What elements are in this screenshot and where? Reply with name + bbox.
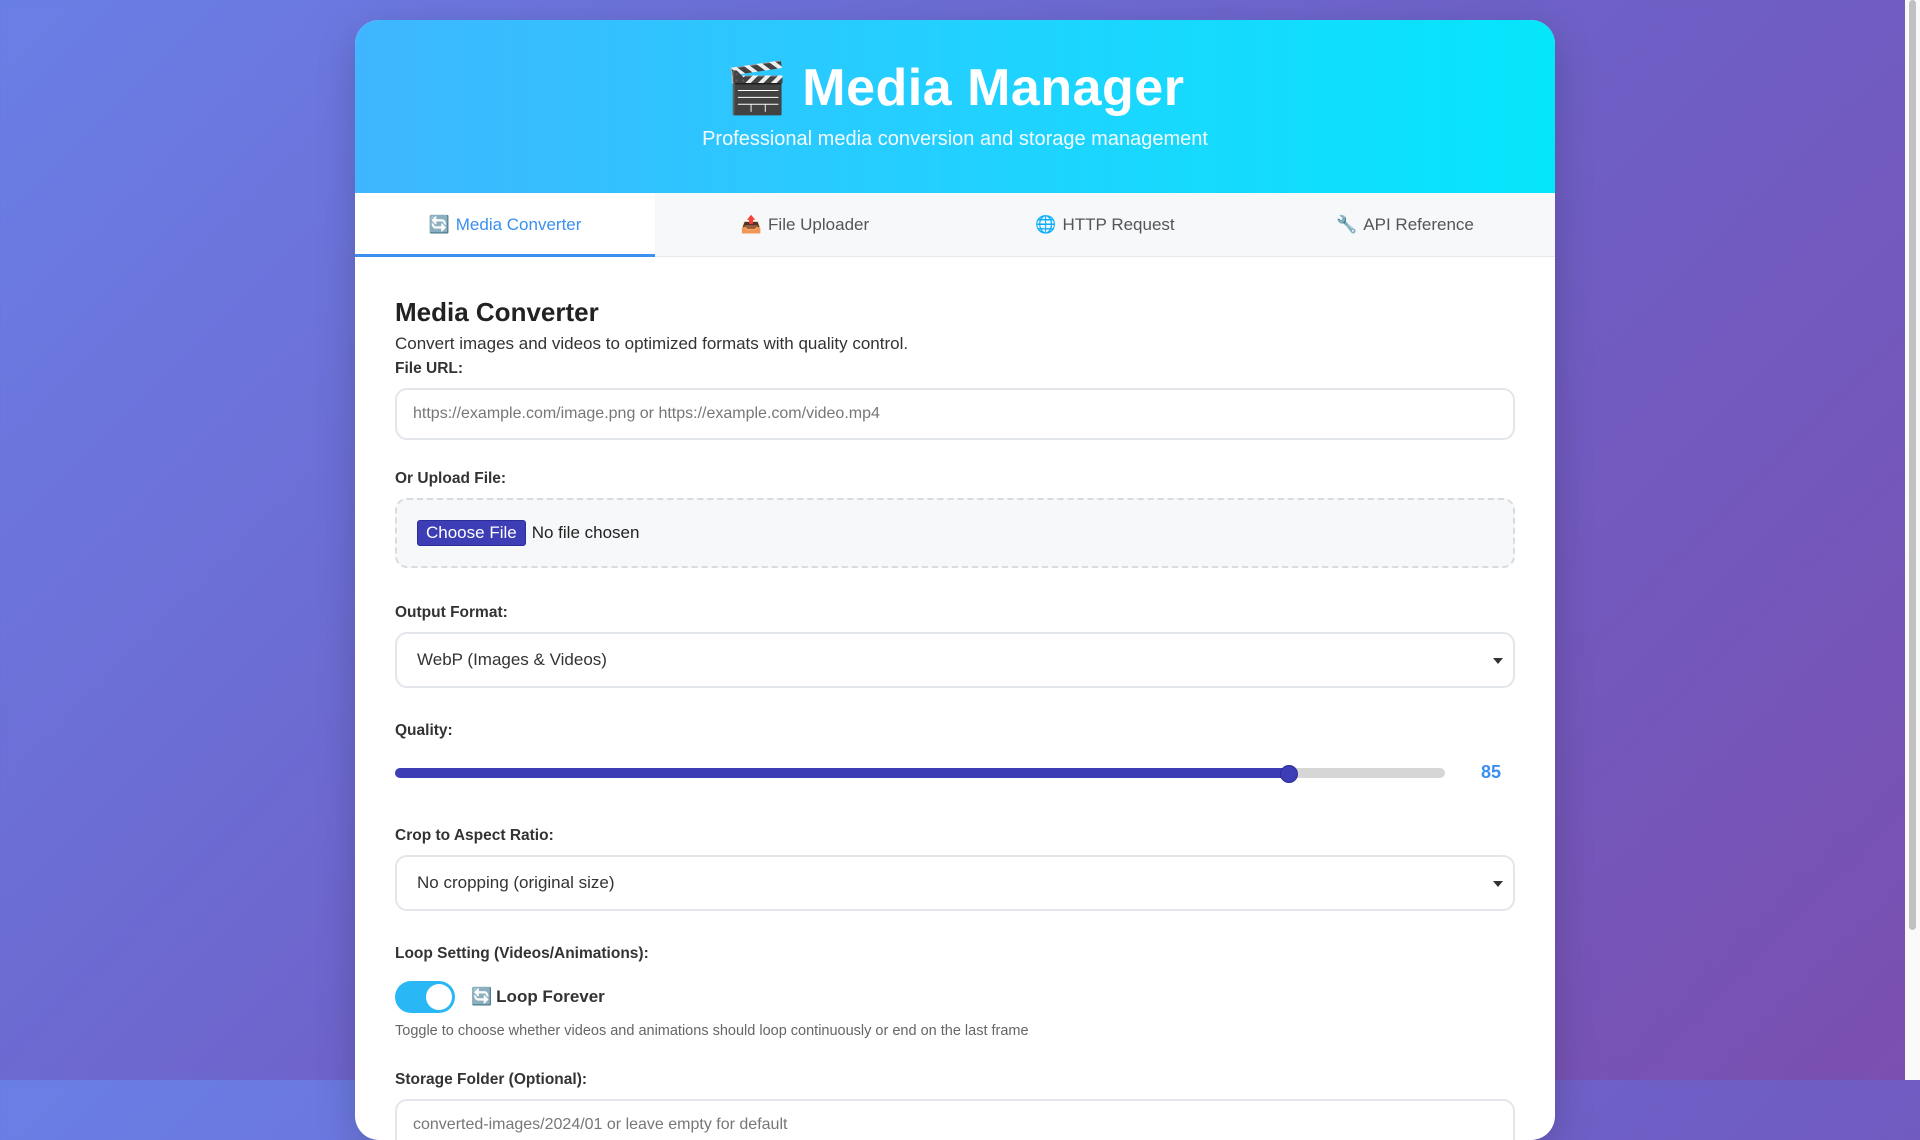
crop-select[interactable]: No cropping (original size) [395, 855, 1515, 911]
choose-file-button[interactable]: Choose File [417, 520, 526, 546]
tab-file-uploader[interactable]: 📤 File Uploader [655, 193, 955, 256]
tab-label: HTTP Request [1062, 214, 1175, 234]
tab-api-reference[interactable]: 🔧 API Reference [1255, 193, 1555, 256]
main-card: 🎬 Media Manager Professional media conver… [355, 20, 1555, 1140]
storage-folder-input[interactable]: converted-images/2024/01 or leave empty … [395, 1099, 1515, 1140]
toggle-knob [426, 984, 452, 1010]
app-subtitle: Professional media conversion and storag… [702, 128, 1208, 150]
tab-label: File Uploader [768, 214, 870, 234]
upload-label: Or Upload File: [395, 470, 507, 487]
app-title: 🎬 Media Manager [355, 20, 1555, 118]
quality-slider[interactable] [395, 764, 1445, 783]
chevron-down-icon [1493, 881, 1503, 887]
clapperboard-icon: 🎬 [725, 60, 789, 116]
file-upload-dropzone[interactable]: Choose File No file chosen [395, 498, 1515, 568]
section-title: Media Converter [395, 297, 599, 327]
wrench-icon: 🔧 [1336, 214, 1358, 234]
quality-value: 85 [1481, 762, 1502, 782]
file-status: No file chosen [531, 523, 640, 542]
refresh-icon: 🔄 [428, 214, 450, 234]
loop-help-text: Toggle to choose whether videos and anim… [395, 1023, 1029, 1039]
tab-http-request[interactable]: 🌐 HTTP Request [955, 193, 1255, 256]
storage-folder-label: Storage Folder (Optional): [395, 1071, 588, 1088]
app-title-text: Media Manager [802, 59, 1185, 117]
loop-toggle[interactable] [395, 981, 455, 1013]
globe-icon: 🌐 [1035, 214, 1057, 234]
quality-slider-fill [395, 767, 1288, 778]
tab-label: API Reference [1363, 214, 1474, 234]
crop-label: Crop to Aspect Ratio: [395, 827, 554, 844]
tab-label: Media Converter [455, 214, 582, 234]
crop-value: No cropping (original size) [417, 873, 615, 892]
quality-slider-thumb[interactable] [1279, 764, 1298, 783]
quality-slider-row: 85 [395, 762, 1515, 783]
converter-panel: Media Converter Convert images and video… [355, 257, 1555, 1140]
loop-icon: 🔄 [471, 987, 493, 1006]
tab-bar: 🔄 Media Converter 📤 File Uploader 🌐 HTTP… [355, 193, 1555, 257]
loop-toggle-row: 🔄 Loop Forever [395, 981, 1515, 1013]
output-format-label: Output Format: [395, 604, 508, 621]
output-format-value: WebP (Images & Videos) [417, 650, 607, 669]
file-url-input[interactable]: https://example.com/image.png or https:/… [395, 388, 1515, 440]
loop-label: Loop Setting (Videos/Animations): [395, 945, 649, 962]
file-url-label: File URL: [395, 360, 464, 377]
chevron-down-icon [1493, 658, 1503, 664]
upload-tray-icon: 📤 [740, 214, 763, 234]
quality-label: Quality: [395, 722, 453, 739]
page-scrollbar[interactable] [1905, 0, 1920, 1080]
section-description: Convert images and videos to optimized f… [395, 334, 909, 353]
app-header: 🎬 Media Manager Professional media conver… [355, 20, 1555, 193]
output-format-select[interactable]: WebP (Images & Videos) [395, 632, 1515, 688]
loop-toggle-text: Loop Forever [496, 987, 605, 1006]
scrollbar-thumb[interactable] [1909, 0, 1916, 930]
loop-toggle-label: 🔄 Loop Forever [471, 987, 605, 1007]
tab-media-converter[interactable]: 🔄 Media Converter [355, 193, 655, 257]
